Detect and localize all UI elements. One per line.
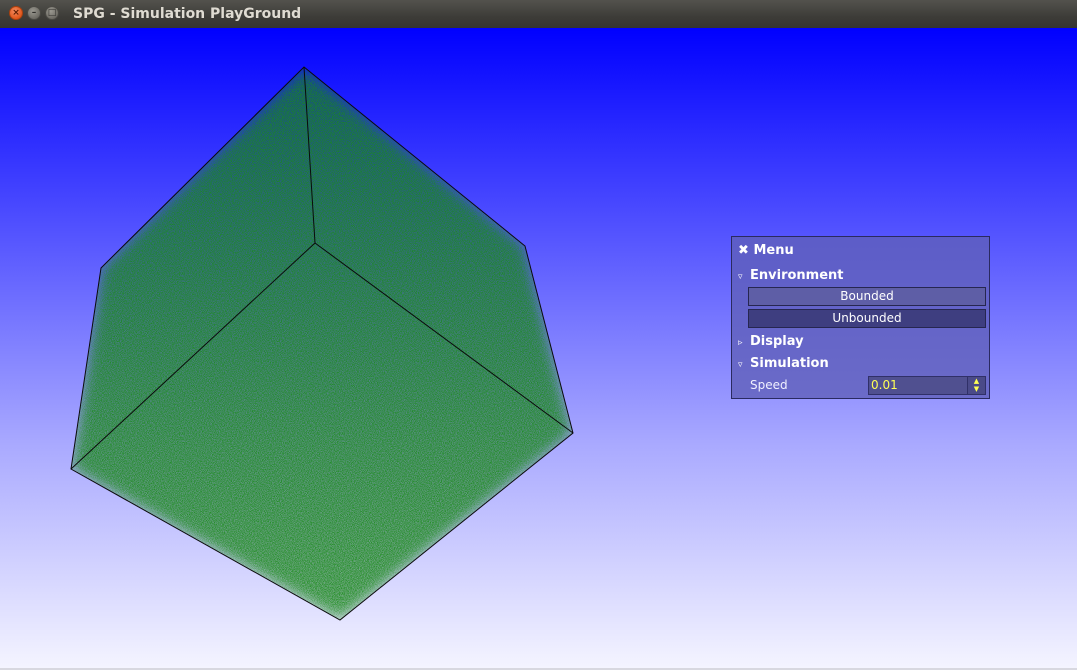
collapsed-triangle-icon: ▹ <box>738 338 743 348</box>
menu-panel[interactable]: ✖ Menu ▿ Environment Bounded Unbounded ▹ D… <box>731 236 990 399</box>
bounded-button[interactable]: Bounded <box>748 287 986 306</box>
section-environment-label: Environment <box>750 268 844 283</box>
spin-down-icon[interactable]: ▼ <box>968 385 985 393</box>
section-display-label: Display <box>750 334 804 349</box>
maximize-window-button[interactable]: □ <box>45 6 59 20</box>
speed-spinner[interactable]: ▲ ▼ <box>967 377 985 394</box>
title-bar[interactable]: × – □ SPG - Simulation PlayGround <box>0 0 1077 29</box>
minimize-window-button[interactable]: – <box>27 6 41 20</box>
unbounded-button[interactable]: Unbounded <box>748 309 986 328</box>
close-icon[interactable]: ✖ <box>738 243 749 258</box>
window-title: SPG - Simulation PlayGround <box>73 6 302 22</box>
speed-label: Speed <box>750 378 788 392</box>
maximize-icon: □ <box>47 8 57 18</box>
menu-title: Menu <box>753 243 794 258</box>
menu-header[interactable]: ✖ Menu <box>738 242 794 260</box>
close-window-button[interactable]: × <box>9 6 23 20</box>
section-environment[interactable]: ▿ Environment <box>738 267 844 285</box>
speed-value[interactable]: 0.01 <box>871 377 898 394</box>
speed-spinbox[interactable]: 0.01 ▲ ▼ <box>868 376 986 395</box>
spin-up-icon[interactable]: ▲ <box>968 377 985 385</box>
section-display[interactable]: ▹ Display <box>738 333 804 351</box>
section-simulation-label: Simulation <box>750 356 829 371</box>
minimize-icon: – <box>31 8 37 18</box>
close-icon: × <box>12 8 20 18</box>
expanded-triangle-icon: ▿ <box>738 272 743 282</box>
app-window: × – □ SPG - Simulation PlayGround ✖ Menu… <box>0 0 1077 670</box>
section-simulation[interactable]: ▿ Simulation <box>738 355 829 373</box>
expanded-triangle-icon: ▿ <box>738 360 743 370</box>
